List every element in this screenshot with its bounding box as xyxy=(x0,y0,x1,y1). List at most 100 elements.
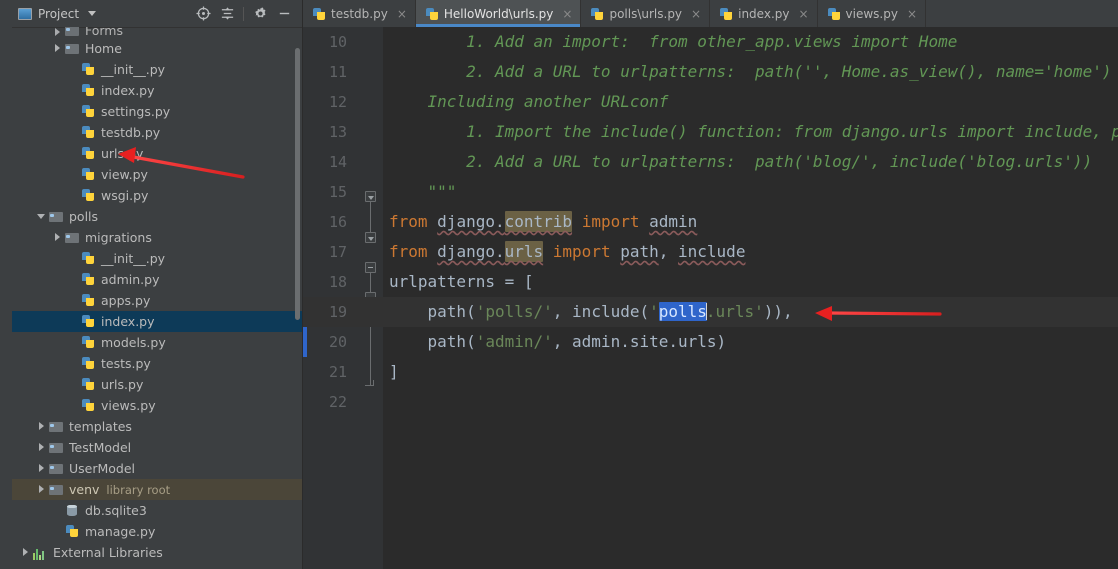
tree-item-label: settings.py xyxy=(101,104,171,119)
code-line-12[interactable]: 12 Including another URLconf xyxy=(303,87,1118,117)
tree-twisty-spacer xyxy=(68,106,79,117)
code-line-21[interactable]: 21] xyxy=(303,357,1118,387)
editor-tab-helloworld-urls-py[interactable]: HelloWorld\urls.py × xyxy=(415,0,582,27)
tree-twisty-spacer xyxy=(68,169,79,180)
chevron-right-icon[interactable] xyxy=(36,484,47,495)
code-line-16[interactable]: 16 from django.contrib import admin xyxy=(303,207,1118,237)
editor-tab-bar[interactable]: testdb.py × HelloWorld\urls.py × polls\urls.… xyxy=(303,0,1118,28)
minimize-icon[interactable] xyxy=(276,6,292,22)
tree-item-settings-py[interactable]: settings.py xyxy=(12,101,302,122)
pycharm-window: Project Project xyxy=(0,0,1118,569)
close-icon[interactable]: × xyxy=(907,8,917,20)
tree-item-views-py[interactable]: views.py xyxy=(12,395,302,416)
chevron-right-icon[interactable] xyxy=(20,547,31,558)
code-line-text: from django.urls import path, include xyxy=(389,241,746,262)
chevron-right-icon[interactable] xyxy=(52,232,63,243)
tree-item-db-sqlite3[interactable]: db.sqlite3 xyxy=(12,500,302,521)
tree-item-label: testdb.py xyxy=(101,125,161,140)
tree-item-label: admin.py xyxy=(101,272,160,287)
tree-item-label: views.py xyxy=(101,398,156,413)
tree-item-label: __init__.py xyxy=(101,251,166,266)
code-line-15[interactable]: 15 """ xyxy=(303,177,1118,207)
tree-item-apps-py[interactable]: apps.py xyxy=(12,290,302,311)
tree-item-testdb-py[interactable]: testdb.py xyxy=(12,122,302,143)
tree-item-label: apps.py xyxy=(101,293,151,308)
editor-tab-label: testdb.py xyxy=(331,6,388,21)
python-file-icon xyxy=(719,7,733,21)
tree-item-external libraries[interactable]: External Libraries xyxy=(12,542,302,563)
project-file-tree[interactable]: Forms Home __init__.py index.py settings.py t… xyxy=(12,27,302,569)
code-line-17[interactable]: 17 from django.urls import path, include xyxy=(303,237,1118,267)
code-line-text: path('admin/', admin.site.urls) xyxy=(389,332,727,351)
chevron-right-icon[interactable] xyxy=(36,463,47,474)
tree-item-__init__-py[interactable]: __init__.py xyxy=(12,59,302,80)
tree-item-venv[interactable]: venv library root xyxy=(12,479,302,500)
chevron-right-icon[interactable] xyxy=(52,43,63,54)
code-line-13[interactable]: 13 1. Import the include() function: fro… xyxy=(303,117,1118,147)
tree-twisty-spacer xyxy=(68,316,79,327)
tree-item-home[interactable]: Home xyxy=(12,38,302,59)
project-tool-window: Project Forms Home __init__.py index.py … xyxy=(12,0,303,569)
line-number: 21 xyxy=(328,363,347,381)
tree-item-usermodel[interactable]: UserModel xyxy=(12,458,302,479)
code-line-19[interactable]: 19 path('polls/', include('polls.urls'))… xyxy=(303,297,1118,327)
tree-item-forms[interactable]: Forms xyxy=(12,27,302,38)
tree-item-models-py[interactable]: models.py xyxy=(12,332,302,353)
editor-tab-polls-urls-py[interactable]: polls\urls.py × xyxy=(581,0,711,27)
tree-item-urls-py[interactable]: urls.py xyxy=(12,143,302,164)
chevron-right-icon[interactable] xyxy=(52,27,63,38)
code-line-14[interactable]: 14 2. Add a URL to urlpatterns: path('bl… xyxy=(303,147,1118,177)
tree-item-testmodel[interactable]: TestModel xyxy=(12,437,302,458)
editor-tab-views-py[interactable]: views.py × xyxy=(818,0,927,27)
tree-twisty-spacer xyxy=(68,400,79,411)
editor-tab-label: views.py xyxy=(845,6,898,21)
code-line-22[interactable]: 22 xyxy=(303,387,1118,417)
python-file-icon xyxy=(81,104,96,119)
tree-item-label: polls xyxy=(69,209,99,224)
tree-item-view-py[interactable]: view.py xyxy=(12,164,302,185)
chevron-down-icon[interactable] xyxy=(88,11,97,16)
code-line-text: ] xyxy=(389,362,399,381)
tree-item-urls-py[interactable]: urls.py xyxy=(12,374,302,395)
database-file-icon xyxy=(65,503,80,518)
locate-file-icon[interactable] xyxy=(195,6,211,22)
gear-icon[interactable] xyxy=(252,6,268,22)
tree-item-label: TestModel xyxy=(69,440,132,455)
code-line-18[interactable]: 18 urlpatterns = [ xyxy=(303,267,1118,297)
editor-tab-testdb-py[interactable]: testdb.py × xyxy=(303,0,416,27)
code-line-text: 1. Import the include() function: from d… xyxy=(389,122,1118,141)
code-line-10[interactable]: 10 1. Add an import: from other_app.view… xyxy=(303,27,1118,57)
tree-item-tests-py[interactable]: tests.py xyxy=(12,353,302,374)
tree-item-index-py[interactable]: index.py xyxy=(12,311,302,332)
tree-item-index-py[interactable]: index.py xyxy=(12,80,302,101)
tree-item-wsgi-py[interactable]: wsgi.py xyxy=(12,185,302,206)
code-editor[interactable]: 10 1. Add an import: from other_app.view… xyxy=(303,27,1118,569)
folder-icon xyxy=(49,440,64,455)
code-line-11[interactable]: 11 2. Add a URL to urlpatterns: path('',… xyxy=(303,57,1118,87)
editor-tab-index-py[interactable]: index.py × xyxy=(710,0,818,27)
close-icon[interactable]: × xyxy=(397,8,407,20)
chevron-down-icon[interactable] xyxy=(36,211,47,222)
folder-icon xyxy=(49,482,64,497)
tree-item-__init__-py[interactable]: __init__.py xyxy=(12,248,302,269)
collapse-all-icon[interactable] xyxy=(219,6,235,22)
tree-item-migrations[interactable]: migrations xyxy=(12,227,302,248)
chevron-right-icon[interactable] xyxy=(36,421,47,432)
close-icon[interactable]: × xyxy=(798,8,808,20)
tree-item-templates[interactable]: templates xyxy=(12,416,302,437)
close-icon[interactable]: × xyxy=(691,8,701,20)
tree-item-label: manage.py xyxy=(85,524,156,539)
project-title-group[interactable]: Project xyxy=(18,7,97,21)
python-file-icon xyxy=(81,146,96,161)
tree-item-admin-py[interactable]: admin.py xyxy=(12,269,302,290)
tree-item-polls[interactable]: polls xyxy=(12,206,302,227)
code-line-20[interactable]: 20 path('admin/', admin.site.urls) xyxy=(303,327,1118,357)
tree-item-manage-py[interactable]: manage.py xyxy=(12,521,302,542)
project-panel-toolbar xyxy=(195,6,296,22)
chevron-right-icon[interactable] xyxy=(36,442,47,453)
code-line-text: path('polls/', include('polls.urls')), xyxy=(389,302,793,321)
tree-twisty-spacer xyxy=(68,64,79,75)
project-tree-scrollbar[interactable] xyxy=(295,48,300,320)
line-number: 20 xyxy=(328,333,347,351)
close-icon[interactable]: × xyxy=(562,8,572,20)
